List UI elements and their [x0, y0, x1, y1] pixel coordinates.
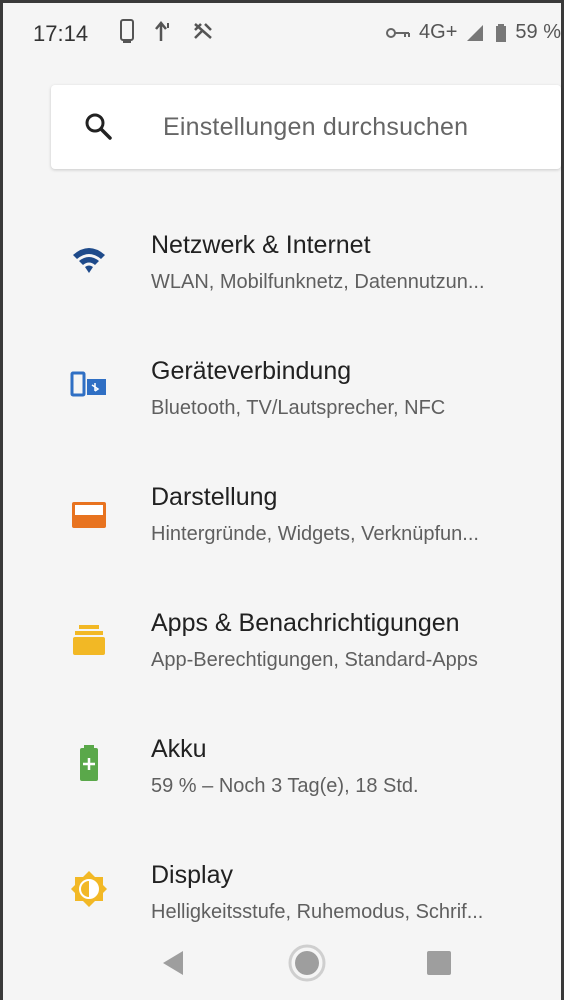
status-bar: 17:14 4G+ 59 %: [3, 3, 561, 67]
search-icon: [85, 113, 112, 140]
settings-item-title: Netzwerk & Internet: [151, 231, 371, 259]
settings-item-device-connection[interactable]: Geräteverbindung Bluetooth, TV/Lautsprec…: [3, 335, 564, 461]
settings-item-title: Darstellung: [151, 483, 278, 511]
status-time: 17:14: [33, 21, 89, 46]
settings-item-subtitle: Bluetooth, TV/Lautsprecher, NFC: [151, 397, 446, 419]
brightness-icon: [71, 871, 107, 907]
battery-icon: [496, 23, 507, 42]
navigation-bar: [3, 923, 561, 1000]
back-icon[interactable]: [153, 941, 197, 985]
network-type: 4G+: [419, 21, 458, 43]
settings-item-apps[interactable]: Apps & Benachrichtigungen App-Berechtigu…: [3, 587, 564, 713]
wifi-icon: [73, 248, 105, 273]
search-bar[interactable]: Einstellungen durchsuchen: [51, 85, 561, 169]
devices-icon: [70, 371, 106, 397]
status-notification-icons: [119, 19, 215, 45]
settings-item-network[interactable]: Netzwerk & Internet WLAN, Mobilfunknetz,…: [3, 209, 564, 335]
recents-icon[interactable]: [417, 941, 461, 985]
battery-percent: 59 %: [515, 21, 561, 43]
wallpaper-icon: [72, 502, 106, 528]
settings-item-title: Akku: [151, 735, 207, 763]
settings-item-title: Geräteverbindung: [151, 357, 352, 385]
settings-item-subtitle: Hintergründe, Widgets, Verknüpfun...: [151, 523, 479, 545]
settings-item-subtitle: App-Berechtigungen, Standard-Apps: [151, 649, 478, 671]
settings-item-title: Apps & Benachrichtigungen: [151, 609, 460, 637]
phone-icon: [120, 19, 134, 43]
settings-item-display-style[interactable]: Darstellung Hintergründe, Widgets, Verkn…: [3, 461, 564, 587]
battery-icon: [80, 745, 98, 781]
settings-item-title: Display: [151, 861, 233, 889]
search-input[interactable]: Einstellungen durchsuchen: [163, 113, 468, 142]
vpn-key-icon: [386, 27, 411, 38]
apps-icon: [73, 625, 105, 655]
settings-item-battery[interactable]: Akku 59 % – Noch 3 Tag(e), 18 Std.: [3, 713, 564, 839]
settings-item-subtitle: Helligkeitsstufe, Ruhemodus, Schrif...: [151, 901, 484, 923]
upload-icon: [155, 21, 169, 41]
device-frame: 17:14 4G+ 59 % Einstellungen durchsuchen…: [0, 0, 564, 1000]
signal-icon: [467, 24, 484, 41]
cast-icon: [194, 23, 212, 39]
settings-item-subtitle: 59 % – Noch 3 Tag(e), 18 Std.: [151, 775, 419, 797]
settings-item-subtitle: WLAN, Mobilfunknetz, Datennutzun...: [151, 271, 485, 293]
status-system-icons: 4G+ 59 %: [385, 21, 561, 44]
home-icon[interactable]: [285, 941, 329, 985]
